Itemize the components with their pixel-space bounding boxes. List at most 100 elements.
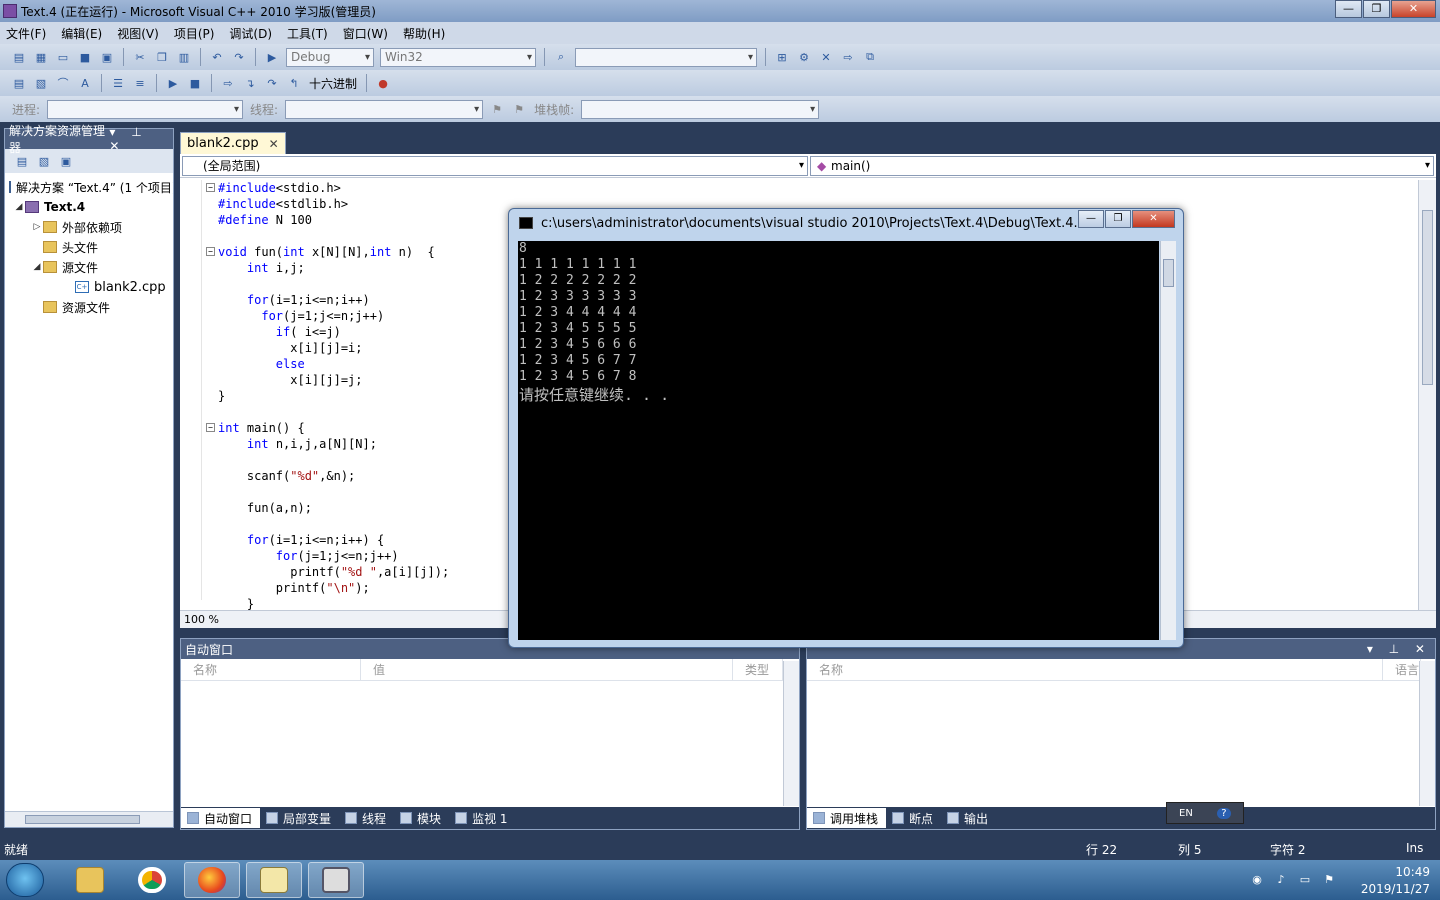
parameter-info-icon[interactable]: ⌒ [55,75,71,91]
code-line[interactable]: scanf("%d",&n); [218,468,355,484]
tree-item-external-deps[interactable]: ▷ 外部依赖项 [5,217,173,237]
code-line[interactable]: printf("\n"); [218,580,370,596]
console-minimize-button[interactable]: — [1078,210,1104,228]
pane-controls[interactable]: ▾ ⊥ ✕ [109,125,169,153]
console-output[interactable]: 81 1 1 1 1 1 1 11 2 2 2 2 2 2 21 2 3 3 3… [518,241,1159,640]
start-debugging-icon[interactable]: ▶ [264,49,280,65]
word-complete-icon[interactable]: A [77,75,93,91]
step-out-icon[interactable]: ↰ [286,75,302,91]
extension-manager-icon[interactable]: ⧉ [862,49,878,65]
code-line[interactable]: for(j=1;j<=n;j++) [218,548,399,564]
scrollbar-thumb[interactable] [25,815,140,824]
show-flagged-threads-icon[interactable]: ⚑ [511,101,527,117]
code-line[interactable]: int main() { [218,420,305,436]
network-icon[interactable]: ◉ [1250,873,1264,887]
maximize-button[interactable]: ❐ [1363,0,1390,18]
step-into-icon[interactable]: ↴ [242,75,258,91]
column-language[interactable]: 语言 [1383,659,1421,680]
cut-icon[interactable]: ✂ [132,49,148,65]
tab-locals[interactable]: 局部变量 [260,808,339,828]
save-icon[interactable]: ■ [77,49,93,65]
console-scrollbar[interactable] [1160,241,1176,640]
toolbox-icon[interactable]: ✕ [818,49,834,65]
new-project-icon[interactable]: ▤ [11,49,27,65]
find-in-files-icon[interactable]: ⌕ [553,49,569,65]
close-tab-icon[interactable]: ✕ [269,137,279,151]
start-button[interactable] [6,863,44,897]
ime-language[interactable]: EN [1179,808,1193,819]
pane-controls[interactable]: ▾ ⊥ ✕ [1367,642,1431,656]
code-line[interactable]: for(j=1;j<=n;j++) [218,308,384,324]
menu-tools[interactable]: 工具(T) [287,25,328,42]
uncomment-icon[interactable]: ≡ [132,75,148,91]
menu-window[interactable]: 窗口(W) [343,25,388,42]
action-center-flag-icon[interactable]: ⚑ [1322,873,1336,887]
console-close-button[interactable]: ✕ [1132,210,1175,228]
taskbar-chrome[interactable] [124,862,180,898]
tree-item-header-files[interactable]: 头文件 [5,237,173,257]
comment-out-icon[interactable]: ☰ [110,75,126,91]
menu-project[interactable]: 项目(P) [174,25,215,42]
open-file-icon[interactable]: ▭ [55,49,71,65]
code-line[interactable]: } [218,388,225,404]
speaker-icon[interactable]: ♪ [1274,873,1288,887]
code-line[interactable]: else [218,356,305,372]
zoom-level[interactable]: 100 % [184,613,219,626]
display-icon[interactable]: ▭ [1298,873,1312,887]
tab-modules[interactable]: 模块 [394,808,449,828]
continue-icon[interactable]: ▶ [165,75,181,91]
properties-icon[interactable]: ▤ [14,153,30,169]
breakpoints-window-icon[interactable]: ● [375,75,391,91]
step-over-icon[interactable]: ↷ [264,75,280,91]
scrollbar-thumb[interactable] [1163,259,1174,287]
menu-file[interactable]: 文件(F) [6,25,46,42]
solution-config-select[interactable]: Debug [286,47,374,67]
expander-icon[interactable]: ◢ [31,262,43,272]
code-line[interactable]: #define N 100 [218,212,312,228]
menu-debug[interactable]: 调试(D) [229,25,272,42]
console-maximize-button[interactable]: ❐ [1105,210,1131,228]
tree-item-blank2-cpp[interactable]: C+ blank2.cpp [5,277,173,297]
column-name[interactable]: 名称 [181,659,361,680]
stackframe-select[interactable] [581,99,820,119]
code-line[interactable]: x[i][j]=i; [218,340,362,356]
code-line[interactable]: int n,i,j,a[N][N]; [218,436,377,452]
member-select[interactable]: ◆ main() [810,155,1434,176]
outline-collapse-icon[interactable]: − [206,423,215,432]
indicator-margin[interactable] [180,180,202,600]
ime-language-bar[interactable]: EN ? [1166,802,1244,824]
expander-icon[interactable]: ◢ [13,202,25,212]
code-line[interactable]: #include<stdlib.h> [218,196,348,212]
solution-explorer-icon[interactable]: ⊞ [774,49,790,65]
scope-select[interactable]: (全局范围) [182,155,808,176]
stop-debugging-icon[interactable]: ■ [187,75,203,91]
tab-blank2-cpp[interactable]: blank2.cpp ✕ [180,132,286,154]
undo-icon[interactable]: ↶ [209,49,225,65]
call-stack-scrollbar[interactable] [1419,661,1435,806]
text-editor-icon[interactable]: ▤ [11,75,27,91]
code-line[interactable]: void fun(int x[N][N],int n) { [218,244,435,260]
menu-help[interactable]: 帮助(H) [403,25,445,42]
code-line[interactable]: #include<stdio.h> [218,180,341,196]
taskbar-explorer[interactable] [62,862,118,898]
code-line[interactable]: if( i<=j) [218,324,341,340]
save-all-icon[interactable]: ▣ [99,49,115,65]
column-name[interactable]: 名称 [807,659,1383,680]
quick-info-icon[interactable]: ▧ [33,75,49,91]
column-value[interactable]: 值 [361,659,733,680]
autos-scrollbar[interactable] [783,661,799,806]
code-line[interactable]: fun(a,n); [218,500,312,516]
tab-watch-1[interactable]: 监视 1 [449,808,515,828]
console-window[interactable]: c:\users\administrator\documents\visual … [508,208,1184,648]
minimize-button[interactable]: — [1335,0,1362,18]
code-line[interactable]: printf("%d ",a[i][j]); [218,564,449,580]
tab-call-stack[interactable]: 调用堆栈 [807,808,887,828]
thread-select[interactable] [285,99,484,119]
toggle-thread-flag-icon[interactable]: ⚑ [489,101,505,117]
code-line[interactable]: int i,j; [218,260,305,276]
outline-collapse-icon[interactable]: − [206,247,215,256]
process-select[interactable] [47,99,244,119]
code-line[interactable]: for(i=1;i<=n;i++) [218,292,370,308]
find-combo[interactable] [575,47,757,67]
tree-item-solution[interactable]: 解决方案 “Text.4” (1 个项目) [5,177,173,197]
